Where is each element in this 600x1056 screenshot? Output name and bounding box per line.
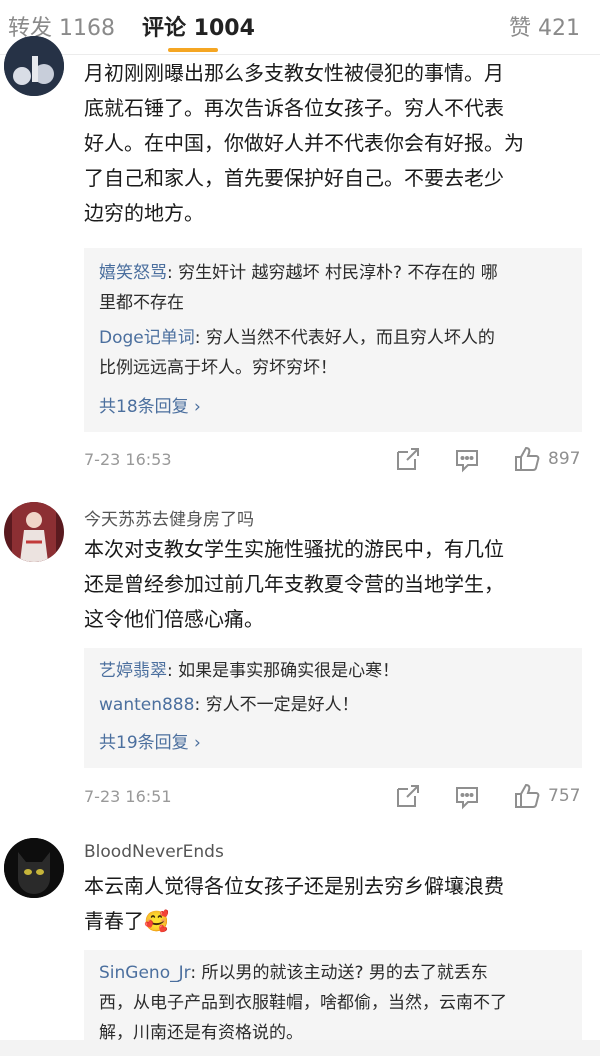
avatar[interactable] [4, 36, 64, 96]
comment-text: 月初刚刚曝出那么多支教女性被侵犯的事情。月 底就石锤了。再次告诉各位女孩子。穷人… [84, 61, 524, 225]
active-tab-indicator [168, 48, 218, 52]
thumbs-up-icon[interactable] [513, 445, 541, 477]
comment-text: 本云南人觉得各位女孩子还是别去穷乡僻壤浪费 青春了🥰 [84, 874, 504, 933]
reply-username: SinGeno_Jr [99, 963, 191, 983]
reply-count-link[interactable]: 共19条回复 › [99, 728, 201, 753]
comment-username[interactable]: 今天苏苏去健身房了吗 [84, 505, 254, 530]
reply-item[interactable]: SinGeno_Jr: 所以男的就该主动送? 男的去了就丢东 西，从电子产品到衣… [99, 958, 569, 1048]
avatar[interactable] [4, 838, 64, 898]
comment-time: 7-23 16:51 [84, 787, 172, 806]
comment-time: 7-23 16:53 [84, 450, 172, 469]
share-icon[interactable] [395, 446, 421, 476]
reply-count-link[interactable]: 共18条回复 › [99, 392, 201, 417]
reply-item[interactable]: Doge记单词: 穷人当然不代表好人，而且穷人坏人的 比例远远高于坏人。穷坏穷坏… [99, 323, 569, 383]
reply-item[interactable]: 嬉笑怒骂: 穷生奸计 越穷越坏 村民淳朴? 不存在的 哪 里都不存在 [99, 258, 569, 318]
like-count: 757 [548, 786, 581, 806]
comment-icon[interactable] [454, 447, 480, 477]
tab-comment[interactable]: 评论 1004 [142, 10, 255, 42]
reply-item[interactable]: 艺婷翡翠: 如果是事实那确实很是心寒！ [99, 656, 569, 686]
reply-item[interactable]: wanten888: 穷人不一定是好人！ [99, 690, 569, 720]
reply-username: Doge记单词 [99, 328, 195, 348]
reply-box[interactable]: SinGeno_Jr: 所以男的就该主动送? 男的去了就丢东 西，从电子产品到衣… [84, 950, 582, 1043]
tab-like[interactable]: 赞 421 [509, 10, 580, 42]
comment-username[interactable]: BloodNeverEnds [84, 842, 224, 862]
tab-bar: 转发 1168 评论 1004 赞 421 [0, 0, 600, 55]
share-icon[interactable] [395, 783, 421, 813]
avatar[interactable] [4, 502, 64, 562]
reply-box[interactable]: 艺婷翡翠: 如果是事实那确实很是心寒！ wanten888: 穷人不一定是好人！… [84, 648, 582, 768]
reply-username: 嬉笑怒骂 [99, 263, 167, 283]
reply-username: wanten888 [99, 695, 195, 715]
thumbs-up-icon[interactable] [513, 782, 541, 814]
comment-text: 本次对支教女学生实施性骚扰的游民中，有几位 还是曾经参加过前几年支教夏令营的当地… [84, 537, 504, 631]
reply-box[interactable]: 嬉笑怒骂: 穷生奸计 越穷越坏 村民淳朴? 不存在的 哪 里都不存在 Doge记… [84, 248, 582, 432]
reply-username: 艺婷翡翠 [99, 661, 167, 681]
comment-icon[interactable] [454, 784, 480, 814]
bottom-bar [0, 1040, 600, 1056]
like-count: 897 [548, 449, 581, 469]
